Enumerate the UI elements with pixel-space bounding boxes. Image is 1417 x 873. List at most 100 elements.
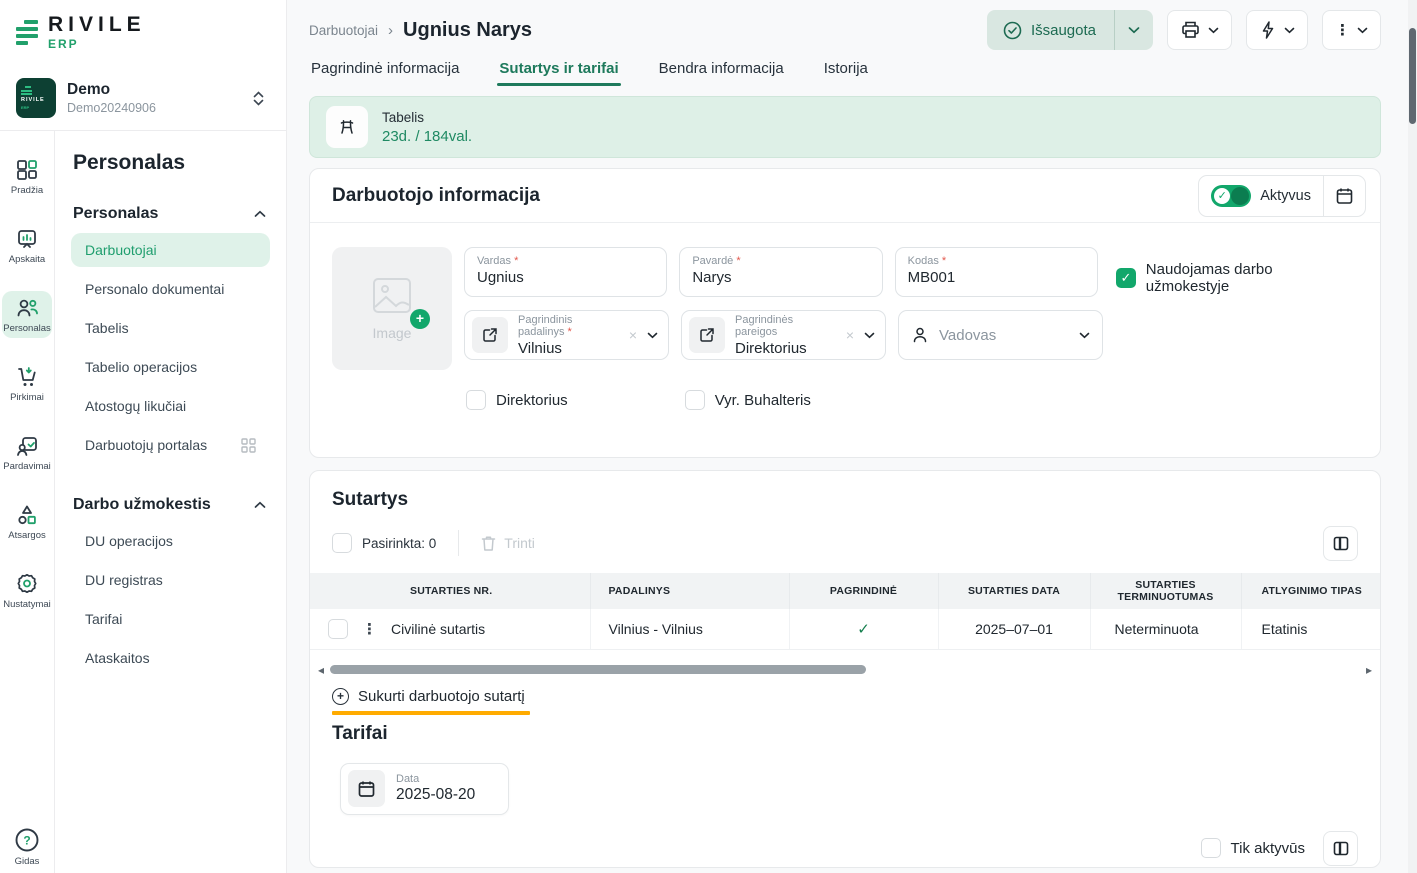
chevron-down-icon[interactable] xyxy=(647,332,658,339)
payroll-checkbox[interactable]: ✓ Naudojamas darbo užmokestyje xyxy=(1116,261,1358,295)
manager-select[interactable]: Vadovas xyxy=(898,310,1103,360)
saved-split-button[interactable]: Išsaugota xyxy=(987,10,1153,50)
printer-icon xyxy=(1180,20,1201,40)
more-menu-button[interactable]: ⋮ xyxy=(1322,10,1381,50)
sidebar-item-personalo-dokumentai[interactable]: Personalo dokumentai xyxy=(71,272,270,306)
scroll-right-icon[interactable]: ▸ xyxy=(1366,664,1372,676)
saved-button-main[interactable]: Išsaugota xyxy=(987,10,1114,50)
columns-settings-button[interactable] xyxy=(1323,526,1358,561)
col-header-padalinys[interactable]: Padalinys xyxy=(590,573,789,609)
toggle-on-icon[interactable]: ✓ xyxy=(1211,185,1251,207)
tariffs-columns-button[interactable] xyxy=(1323,831,1358,866)
code-field[interactable]: Kodas * MB001 xyxy=(895,247,1098,297)
contracts-table: Sutarties nr. Padalinys Pagrindinė Sutar… xyxy=(310,573,1380,650)
scroll-left-icon[interactable]: ◂ xyxy=(318,664,324,676)
chief-accountant-checkbox[interactable]: Vyr. Buhalteris xyxy=(685,390,811,410)
external-link-icon[interactable] xyxy=(472,317,508,353)
active-toggle[interactable]: ✓ Aktyvus xyxy=(1199,176,1323,216)
gear-icon xyxy=(15,572,39,596)
last-name-field[interactable]: Pavardė * Narys xyxy=(679,247,882,297)
sidebar-item-darbuotojai[interactable]: Darbuotojai xyxy=(71,233,270,267)
tab-istorija[interactable]: Istorija xyxy=(822,54,870,86)
select-all-checkbox[interactable]: Pasirinkta: 0 xyxy=(332,533,436,553)
table-row[interactable]: ⋮ Civilinė sutartis Vilnius - Vilnius ✓ … xyxy=(310,609,1380,649)
rail-item-personalas[interactable]: Personalas xyxy=(2,291,52,338)
col-header-sutarties-data[interactable]: Sutarties data xyxy=(938,573,1090,609)
sidebar-item-darbuotoju-portalas[interactable]: Darbuotojų portalas xyxy=(71,428,270,462)
sidebar-item-atostogu-likuciai[interactable]: Atostogų likučiai xyxy=(71,389,270,423)
clear-icon[interactable]: × xyxy=(846,327,854,343)
sidebar-item-ataskaitos[interactable]: Ataskaitos xyxy=(71,641,270,675)
tariff-date-field[interactable]: Data 2025-08-20 xyxy=(340,763,509,815)
row-kebab-icon[interactable]: ⋮ xyxy=(362,620,377,638)
rail-item-pradzia[interactable]: Pradžia xyxy=(2,153,52,200)
employee-image-upload[interactable]: Image + xyxy=(332,247,452,370)
tabelis-banner[interactable]: Tabelis 23d. / 184val. xyxy=(309,96,1381,158)
menu-group-darbo-uzmokestis[interactable]: Darbo užmokestis xyxy=(71,496,270,514)
breadcrumb-parent[interactable]: Darbuotojai xyxy=(309,23,378,38)
create-contract-link[interactable]: + Sukurti darbuotojo sutartį xyxy=(332,688,525,705)
workspace-code: Demo20240906 xyxy=(67,101,242,115)
contracts-card: Sutartys Pasirinkta: 0 Trinti xyxy=(309,470,1381,868)
col-header-terminuotumas[interactable]: Sutarties terminuotumas xyxy=(1090,573,1241,609)
tab-bendra-informacija[interactable]: Bendra informacija xyxy=(657,54,786,86)
col-header-atlyginimo-tipas[interactable]: Atlyginimo tipas xyxy=(1241,573,1380,609)
last-name-value: Narys xyxy=(692,269,869,286)
col-header-sutarties-nr[interactable]: Sutarties nr. xyxy=(310,573,590,609)
only-active-checkbox[interactable]: Tik aktyvūs xyxy=(1201,838,1305,858)
actions-button[interactable] xyxy=(1246,10,1308,50)
col-header-pagrindine[interactable]: Pagrindinė xyxy=(789,573,938,609)
external-link-icon[interactable] xyxy=(689,317,725,353)
vertical-scrollbar xyxy=(1408,0,1417,873)
rail-item-atsargos[interactable]: Atsargos xyxy=(2,498,52,545)
tariff-date-value: 2025-08-20 xyxy=(396,786,475,804)
saved-dropdown-caret[interactable] xyxy=(1115,10,1153,50)
tutorial-highlight-bar xyxy=(332,711,530,715)
rail-item-apskaita[interactable]: Apskaita xyxy=(2,222,52,269)
position-field[interactable]: Pagrindinės pareigos Direktorius × xyxy=(681,310,886,360)
first-name-value: Ugnius xyxy=(477,269,654,286)
rail-item-pirkimai[interactable]: Pirkimai xyxy=(2,360,52,407)
sidebar-item-du-operacijos[interactable]: DU operacijos xyxy=(71,524,270,558)
app-window: RIVILE ERP RIVILE ERP Demo Demo20240906 xyxy=(0,0,1417,873)
checkbox-checked-icon: ✓ xyxy=(1116,268,1136,288)
add-image-icon[interactable]: + xyxy=(410,309,430,329)
calendar-button[interactable] xyxy=(1324,176,1365,216)
vertical-scrollbar-thumb[interactable] xyxy=(1409,28,1416,124)
print-button[interactable] xyxy=(1167,10,1232,50)
employee-card-title: Darbuotojo informacija xyxy=(332,185,540,207)
image-placeholder-icon xyxy=(370,277,414,317)
sidebar-item-tabelio-operacijos[interactable]: Tabelio operacijos xyxy=(71,350,270,384)
rail-item-gidas[interactable]: ? Gidas xyxy=(2,822,52,871)
active-toggle-label: Aktyvus xyxy=(1260,188,1311,204)
scrollbar-thumb[interactable] xyxy=(330,665,866,674)
menu-title: Personalas xyxy=(71,151,270,175)
rail-item-pardavimai[interactable]: Pardavimai xyxy=(2,429,52,476)
apps-grid-icon xyxy=(241,438,256,453)
plus-circle-icon: + xyxy=(332,688,349,705)
chevron-down-icon[interactable] xyxy=(1079,332,1090,339)
delete-button[interactable]: Trinti xyxy=(481,535,535,552)
clear-icon[interactable]: × xyxy=(629,327,637,343)
trash-icon xyxy=(481,535,496,552)
director-checkbox[interactable]: Direktorius xyxy=(466,390,568,410)
contract-term: Neterminuota xyxy=(1090,609,1241,649)
tab-sutartys-ir-tarifai[interactable]: Sutartys ir tarifai xyxy=(497,54,620,86)
rivile-logo-icon xyxy=(16,14,38,45)
sidebar-item-tabelis[interactable]: Tabelis xyxy=(71,311,270,345)
department-field[interactable]: Pagrindinis padalinys * Vilnius × xyxy=(464,310,669,360)
sidebar-item-tarifai[interactable]: Tarifai xyxy=(71,602,270,636)
sidebar-item-du-registras[interactable]: DU registras xyxy=(71,563,270,597)
first-name-field[interactable]: Vardas * Ugnius xyxy=(464,247,667,297)
banner-title: Tabelis xyxy=(382,110,472,125)
chevron-down-icon[interactable] xyxy=(864,332,875,339)
sidebar-top: RIVILE ERP RIVILE ERP Demo Demo20240906 xyxy=(0,0,286,130)
menu-group-personalas[interactable]: Personalas xyxy=(71,205,270,223)
stock-shapes-icon xyxy=(15,503,39,527)
people-icon xyxy=(15,296,40,320)
tab-pagrindine-informacija[interactable]: Pagrindinė informacija xyxy=(309,54,461,86)
row-checkbox[interactable] xyxy=(328,619,348,639)
tariffs-title: Tarifai xyxy=(332,723,1358,745)
workspace-selector[interactable]: RIVILE ERP Demo Demo20240906 xyxy=(14,76,270,120)
rail-item-nustatymai[interactable]: Nustatymai xyxy=(2,567,52,614)
